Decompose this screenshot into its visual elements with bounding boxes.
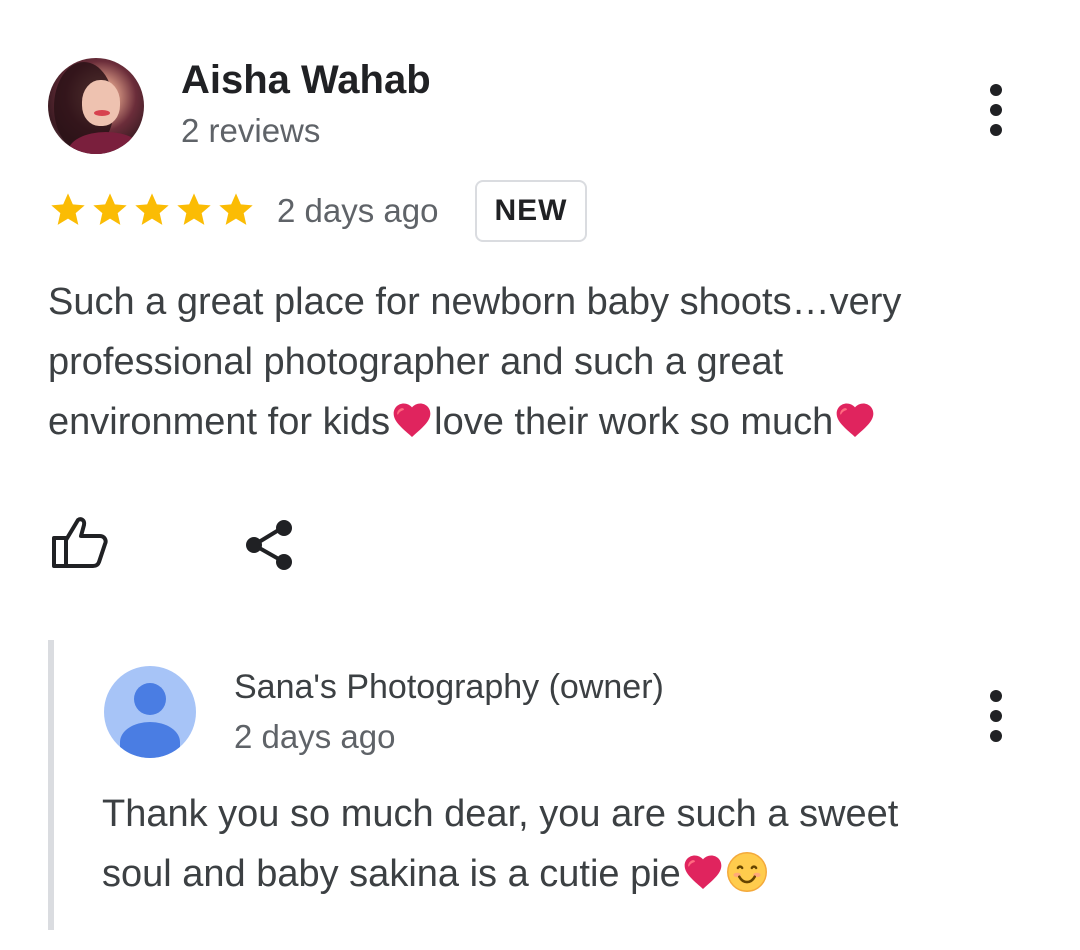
heart-emoji-icon	[393, 403, 431, 438]
review-text: Such a great place for newborn baby shoo…	[48, 272, 1048, 452]
review-text-line: environment for kids love their work so m…	[48, 392, 1048, 452]
heart-emoji-icon	[836, 403, 874, 438]
review-text-segment: love their work so much	[434, 401, 834, 443]
reviewer-name[interactable]: Aisha Wahab	[181, 58, 431, 103]
owner-reply: Sana's Photography (owner) 2 days ago Th…	[48, 640, 1048, 940]
star-icon	[51, 193, 85, 225]
smiling-face-emoji-icon	[726, 852, 767, 892]
star-icon	[177, 193, 211, 225]
reviewer-avatar[interactable]	[48, 58, 144, 154]
star-rating	[48, 190, 256, 234]
review-date: 2 days ago	[277, 192, 439, 229]
review-text-line: Such a great place for newborn baby shoo…	[48, 281, 902, 323]
reply-divider	[48, 640, 54, 930]
star-icon	[219, 193, 253, 225]
star-icon	[93, 193, 127, 225]
owner-reply-text: Thank you so much dear, you are such a s…	[102, 784, 1032, 904]
reply-text-line: soul and baby sakina is a cutie pie	[102, 844, 1032, 904]
owner-avatar[interactable]	[104, 666, 196, 758]
owner-name[interactable]: Sana's Photography (owner)	[234, 668, 664, 707]
more-vert-icon[interactable]	[989, 84, 1003, 136]
review-text-segment: environment for kids	[48, 401, 391, 443]
review-text-line: professional photographer and such a gre…	[48, 341, 784, 383]
heart-emoji-icon	[684, 855, 722, 890]
reviewer-review-count[interactable]: 2 reviews	[181, 112, 320, 150]
star-icon	[135, 193, 169, 225]
new-badge: NEW	[475, 180, 587, 242]
reply-text-line: Thank you so much dear, you are such a s…	[102, 793, 899, 835]
share-icon[interactable]	[244, 518, 296, 572]
reply-text-segment: soul and baby sakina is a cutie pie	[102, 853, 681, 895]
thumb-up-icon[interactable]	[50, 514, 110, 570]
owner-reply-date: 2 days ago	[234, 718, 396, 755]
more-vert-icon[interactable]	[989, 690, 1003, 742]
